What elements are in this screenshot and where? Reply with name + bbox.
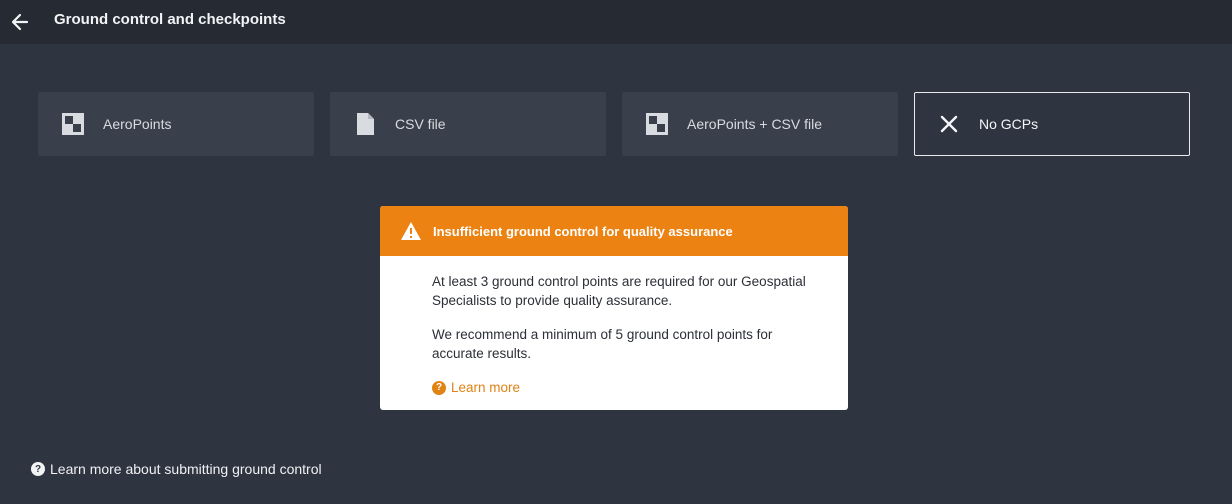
- option-no-gcps[interactable]: No GCPs: [914, 92, 1190, 156]
- aeropoint-icon: [61, 112, 85, 136]
- file-icon: [353, 112, 377, 136]
- back-button[interactable]: [2, 4, 38, 40]
- warning-icon: [400, 221, 422, 241]
- arrow-left-icon: [11, 13, 29, 31]
- help-link-label: Learn more about submitting ground contr…: [50, 461, 322, 477]
- ground-control-help-link[interactable]: ? Learn more about submitting ground con…: [31, 461, 322, 477]
- page-title: Ground control and checkpoints: [54, 11, 286, 28]
- option-label: AeroPoints: [103, 116, 172, 132]
- gcp-options: AeroPoints CSV file AeroPoints + CSV fil…: [38, 92, 1190, 156]
- alert-body: At least 3 ground control points are req…: [380, 256, 848, 397]
- help-icon: ?: [31, 462, 45, 476]
- option-aeropoints[interactable]: AeroPoints: [38, 92, 314, 156]
- option-aeropoints-csv[interactable]: AeroPoints + CSV file: [622, 92, 898, 156]
- alert-paragraph-recommendation: We recommend a minimum of 5 ground contr…: [432, 327, 773, 361]
- help-icon: ?: [432, 380, 446, 395]
- aeropoint-icon: [645, 112, 669, 136]
- option-label: AeroPoints + CSV file: [687, 116, 823, 132]
- alert-header: Insufficient ground control for quality …: [380, 206, 848, 256]
- learn-more-label: Learn more: [451, 380, 521, 395]
- option-csv-file[interactable]: CSV file: [330, 92, 606, 156]
- learn-more-link[interactable]: ? Learn more: [432, 378, 808, 397]
- top-bar: Ground control and checkpoints: [0, 0, 1232, 44]
- alert-title: Insufficient ground control for quality …: [433, 223, 733, 239]
- option-label: No GCPs: [979, 116, 1039, 132]
- option-label: CSV file: [395, 116, 446, 132]
- insufficient-gcp-alert: Insufficient ground control for quality …: [380, 206, 848, 410]
- close-icon: [937, 112, 961, 136]
- alert-paragraph-min-points: At least 3 ground control points are req…: [432, 274, 806, 308]
